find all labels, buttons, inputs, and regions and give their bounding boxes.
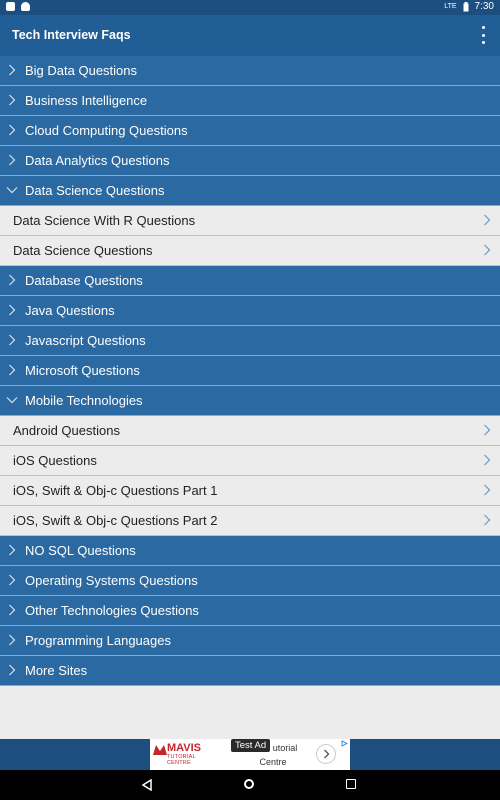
status-bar: LTE 7:30 bbox=[0, 0, 500, 15]
row-label: Database Questions bbox=[25, 273, 143, 288]
android-icon bbox=[21, 2, 30, 11]
faq-list: Big Data Questions Business Intelligence C… bbox=[0, 56, 500, 686]
ad-open-button[interactable] bbox=[316, 744, 336, 764]
row-label: Javascript Questions bbox=[25, 333, 146, 348]
group-row[interactable]: More Sites bbox=[0, 656, 500, 686]
chevron-right-icon bbox=[6, 544, 18, 556]
row-label: Android Questions bbox=[13, 423, 120, 438]
child-row[interactable]: Android Questions bbox=[0, 416, 500, 446]
row-label: Big Data Questions bbox=[25, 63, 138, 78]
row-label: Business Intelligence bbox=[25, 93, 148, 108]
chevron-right-icon bbox=[6, 64, 18, 76]
group-row[interactable]: Data Analytics Questions bbox=[0, 146, 500, 176]
ad-logo: MAVIS TUTORIAL CENTRE bbox=[153, 742, 215, 766]
child-row[interactable]: iOS, Swift & Obj-c Questions Part 1 bbox=[0, 476, 500, 506]
chevron-right-icon bbox=[483, 484, 491, 496]
lte-signal-icon: LTE bbox=[444, 3, 457, 10]
group-row[interactable]: Database Questions bbox=[0, 266, 500, 296]
row-label: More Sites bbox=[25, 663, 88, 678]
chevron-right-icon bbox=[483, 514, 491, 526]
back-icon[interactable] bbox=[141, 779, 153, 791]
chevron-right-icon bbox=[483, 214, 491, 226]
row-label: Data Science Questions bbox=[13, 243, 153, 258]
ad-brand: MAVIS bbox=[167, 742, 202, 754]
row-label: Data Analytics Questions bbox=[25, 153, 170, 168]
chevron-down-icon bbox=[6, 184, 18, 196]
chevron-right-icon bbox=[6, 304, 18, 316]
battery-icon bbox=[463, 1, 469, 11]
chevron-right-icon bbox=[6, 94, 18, 106]
ad-badge: Test Ad bbox=[231, 739, 271, 752]
more-vert-icon[interactable] bbox=[480, 26, 486, 44]
row-label: Programming Languages bbox=[25, 633, 171, 648]
child-row[interactable]: iOS, Swift & Obj-c Questions Part 2 bbox=[0, 506, 500, 536]
chevron-right-icon bbox=[6, 574, 18, 586]
row-label: Cloud Computing Questions bbox=[25, 123, 188, 138]
group-row[interactable]: Java Questions bbox=[0, 296, 500, 326]
app-title: Tech Interview Faqs bbox=[12, 28, 131, 42]
chevron-right-icon bbox=[483, 424, 491, 436]
group-row[interactable]: Data Science Questions bbox=[0, 176, 500, 206]
notification-icon bbox=[6, 2, 15, 11]
child-row[interactable]: Data Science Questions bbox=[0, 236, 500, 266]
row-label: Java Questions bbox=[25, 303, 115, 318]
chevron-right-icon bbox=[6, 634, 18, 646]
ad-text-line2: Centre bbox=[259, 757, 287, 767]
group-row[interactable]: Big Data Questions bbox=[0, 56, 500, 86]
group-row[interactable]: NO SQL Questions bbox=[0, 536, 500, 566]
ad-banner[interactable]: MAVIS TUTORIAL CENTRE utorial Centre Tes… bbox=[150, 739, 350, 770]
chevron-right-icon bbox=[483, 244, 491, 256]
chevron-right-icon bbox=[6, 334, 18, 346]
chevron-right-icon bbox=[6, 604, 18, 616]
chevron-right-icon bbox=[483, 454, 491, 466]
chevron-right-icon bbox=[6, 364, 18, 376]
chevron-right-icon bbox=[6, 664, 18, 676]
child-row[interactable]: iOS Questions bbox=[0, 446, 500, 476]
row-label: Data Science With R Questions bbox=[13, 213, 196, 228]
row-label: Mobile Technologies bbox=[25, 393, 143, 408]
ad-footer: MAVIS TUTORIAL CENTRE utorial Centre Tes… bbox=[0, 739, 500, 770]
row-label: Microsoft Questions bbox=[25, 363, 140, 378]
group-row[interactable]: Operating Systems Questions bbox=[0, 566, 500, 596]
chevron-right-icon bbox=[6, 274, 18, 286]
row-label: Operating Systems Questions bbox=[25, 573, 198, 588]
chevron-right-icon bbox=[6, 154, 18, 166]
adchoices-icon[interactable] bbox=[341, 740, 348, 747]
status-time: 7:30 bbox=[474, 1, 494, 12]
app-bar: Tech Interview Faqs bbox=[0, 15, 500, 56]
group-row[interactable]: Cloud Computing Questions bbox=[0, 116, 500, 146]
group-row[interactable]: Other Technologies Questions bbox=[0, 596, 500, 626]
chevron-right-icon bbox=[324, 749, 330, 759]
chevron-right-icon bbox=[6, 124, 18, 136]
row-label: Other Technologies Questions bbox=[25, 603, 199, 618]
row-label: iOS, Swift & Obj-c Questions Part 2 bbox=[13, 513, 218, 528]
group-row[interactable]: Microsoft Questions bbox=[0, 356, 500, 386]
group-row[interactable]: Business Intelligence bbox=[0, 86, 500, 116]
ad-brand-sub: TUTORIAL CENTRE bbox=[167, 754, 196, 766]
nav-bar bbox=[0, 770, 500, 800]
row-label: Data Science Questions bbox=[25, 183, 165, 198]
group-row[interactable]: Programming Languages bbox=[0, 626, 500, 656]
recent-apps-icon[interactable] bbox=[346, 779, 356, 789]
chevron-down-icon bbox=[6, 394, 18, 406]
home-icon[interactable] bbox=[244, 779, 254, 789]
group-row[interactable]: Javascript Questions bbox=[0, 326, 500, 356]
mavis-logo-icon bbox=[153, 745, 167, 755]
row-label: NO SQL Questions bbox=[25, 543, 136, 558]
row-label: iOS Questions bbox=[13, 453, 97, 468]
child-row[interactable]: Data Science With R Questions bbox=[0, 206, 500, 236]
group-row[interactable]: Mobile Technologies bbox=[0, 386, 500, 416]
row-label: iOS, Swift & Obj-c Questions Part 1 bbox=[13, 483, 218, 498]
